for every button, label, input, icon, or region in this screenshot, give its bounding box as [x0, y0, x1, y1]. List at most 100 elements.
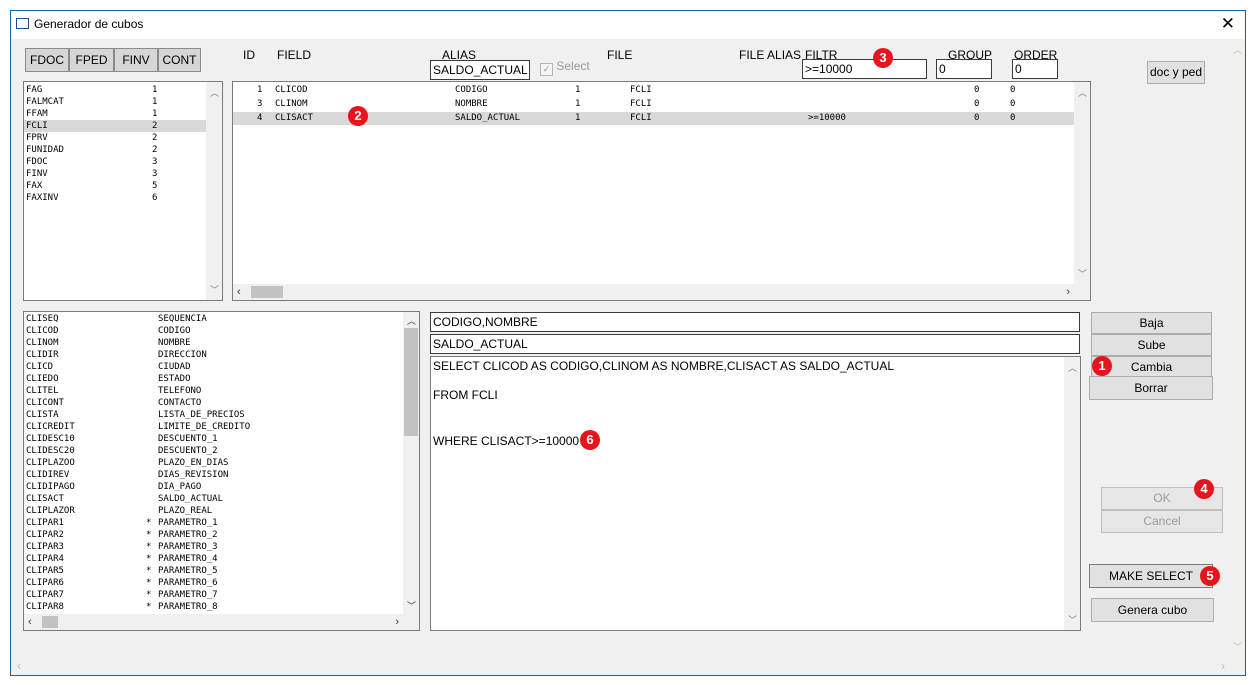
table-name: FUNIDAD	[26, 145, 64, 155]
list-item[interactable]: CLIPAR8 * PARAMETRO_8	[24, 601, 403, 613]
sql-editor-scrollbar[interactable]: ︿ ﹀	[1064, 357, 1080, 630]
annotation-marker-5: 5	[1200, 566, 1220, 586]
list-item[interactable]: CLICONT CONTACTO	[24, 397, 403, 409]
select-checkbox[interactable]: ✓ Select	[540, 59, 600, 77]
table-list[interactable]: FAG 1 FALMCAT 1 FFAM 1 FCLI 2 FPRV 2 FUNIDAD 2 FDOC 3…	[23, 81, 223, 301]
list-item[interactable]: FFAM 1	[24, 108, 222, 120]
scroll-up-icon[interactable]: ︿	[1233, 43, 1242, 56]
close-icon[interactable]: ✕	[1221, 14, 1235, 34]
list-item[interactable]: CLIEDO ESTADO	[24, 373, 403, 385]
table-name: FFAM	[26, 109, 48, 119]
field-list[interactable]: CLISEQ SEQUENCIA CLICOD CODIGO CLINOM NOMBRE C…	[23, 311, 420, 631]
scroll-down-icon[interactable]: ﹀	[407, 599, 416, 612]
table-count: 1	[152, 109, 158, 119]
row-alias: NOMBRE	[455, 99, 488, 109]
tab-finv[interactable]: FINV	[114, 48, 158, 72]
list-item[interactable]: CLIPAR2 * PARAMETRO_2	[24, 529, 403, 541]
list-item[interactable]: CLIDESC20 DESCUENTO_2	[24, 445, 403, 457]
list-item[interactable]: CLICOD CODIGO	[24, 325, 403, 337]
list-item[interactable]: CLIPLAZOR PLAZO_REAL	[24, 505, 403, 517]
list-item[interactable]: CLIPLAZOO PLAZO_EN_DIAS	[24, 457, 403, 469]
scroll-right-icon[interactable]: ›	[1066, 286, 1070, 298]
scroll-down-icon[interactable]: ﹀	[1233, 640, 1242, 653]
table-name: FAX	[26, 181, 43, 191]
list-item[interactable]: FCLI 2	[24, 120, 222, 132]
dimensions-field[interactable]: CODIGO,NOMBRE	[430, 312, 1080, 332]
table-row[interactable]: 1 CLICOD CODIGO 1 FCLI 0 0	[233, 84, 1074, 97]
field-list-hscroll-thumb[interactable]	[42, 616, 58, 628]
cancel-button[interactable]: Cancel	[1101, 510, 1223, 533]
sql-editor[interactable]: SELECT CLICOD AS CODIGO,CLINOM AS NOMBRE…	[430, 356, 1081, 631]
list-item[interactable]: CLICD CIUDAD	[24, 361, 403, 373]
list-item[interactable]: FAG 1	[24, 84, 222, 96]
list-item[interactable]: CLIPAR4 * PARAMETRO_4	[24, 553, 403, 565]
list-item[interactable]: CLISACT SALDO_ACTUAL	[24, 493, 403, 505]
list-item[interactable]: CLIPAR1 * PARAMETRO_1	[24, 517, 403, 529]
grid-vscrollbar[interactable]: ︿ ﹀	[1074, 82, 1090, 284]
scroll-right-icon[interactable]: ›	[395, 616, 399, 628]
row-group: 0	[974, 99, 980, 109]
list-item[interactable]: FDOC 3	[24, 156, 222, 168]
filtr-input[interactable]: >=10000	[802, 59, 927, 79]
grid-hscrollbar[interactable]: ‹ ›	[233, 284, 1090, 300]
field-list-vscrollbar[interactable]: ︿ ﹀	[403, 312, 419, 614]
field-flag: *	[146, 566, 152, 576]
scroll-up-icon[interactable]: ︿	[1068, 361, 1077, 374]
tab-fdoc[interactable]: FDOC	[25, 48, 69, 72]
field-name: CLIDIPAGO	[26, 482, 75, 492]
list-item[interactable]: FPRV 2	[24, 132, 222, 144]
list-item[interactable]: CLICREDIT LIMITE_DE_CREDITO	[24, 421, 403, 433]
list-item[interactable]: CLISTA LISTA_DE_PRECIOS	[24, 409, 403, 421]
list-item[interactable]: CLIDIR DIRECCION	[24, 349, 403, 361]
list-item[interactable]: FINV 3	[24, 168, 222, 180]
measures-field[interactable]: SALDO_ACTUAL	[430, 334, 1080, 354]
list-item[interactable]: CLIPAR5 * PARAMETRO_5	[24, 565, 403, 577]
scroll-left-icon[interactable]: ‹	[237, 286, 241, 298]
scroll-up-icon[interactable]: ︿	[210, 86, 219, 99]
list-item[interactable]: CLIPAR7 * PARAMETRO_7	[24, 589, 403, 601]
group-input[interactable]: 0	[936, 59, 992, 79]
alias-input[interactable]: SALDO_ACTUAL	[430, 60, 530, 80]
list-item[interactable]: CLIDIREV DIAS_REVISION	[24, 469, 403, 481]
scroll-up-icon[interactable]: ︿	[407, 314, 416, 327]
list-item[interactable]: CLIPAR6 * PARAMETRO_6	[24, 577, 403, 589]
grid-hscroll-thumb[interactable]	[251, 286, 283, 298]
table-name: FAXINV	[26, 193, 59, 203]
list-item[interactable]: CLIDIPAGO DIA_PAGO	[24, 481, 403, 493]
list-item[interactable]: FUNIDAD 2	[24, 144, 222, 156]
window-vscrollbar[interactable]: ︿ ﹀	[1229, 39, 1245, 657]
tab-cont[interactable]: CONT	[158, 48, 201, 72]
field-alias: PARAMETRO_3	[158, 542, 218, 552]
list-item[interactable]: CLIDESC10 DESCUENTO_1	[24, 433, 403, 445]
make-select-button[interactable]: MAKE SELECT	[1089, 564, 1213, 588]
list-item[interactable]: CLITEL TELEFONO	[24, 385, 403, 397]
field-list-vscroll-thumb[interactable]	[404, 328, 418, 436]
scroll-down-icon[interactable]: ﹀	[210, 283, 219, 296]
order-input[interactable]: 0	[1012, 59, 1058, 79]
tab-fped[interactable]: FPED	[69, 48, 114, 72]
genera-cubo-button[interactable]: Genera cubo	[1091, 598, 1214, 622]
field-flag: *	[146, 542, 152, 552]
scroll-down-icon[interactable]: ﹀	[1068, 613, 1077, 626]
field-flag: *	[146, 518, 152, 528]
list-item[interactable]: CLINOM NOMBRE	[24, 337, 403, 349]
list-item[interactable]: FAXINV 6	[24, 192, 222, 204]
field-list-hscrollbar[interactable]: ‹ ›	[24, 614, 419, 630]
scroll-up-icon[interactable]: ︿	[1078, 86, 1087, 99]
doc-y-ped-button[interactable]: doc y ped	[1147, 61, 1205, 84]
field-name: CLICONT	[26, 398, 64, 408]
list-item[interactable]: FALMCAT 1	[24, 96, 222, 108]
list-item[interactable]: CLIPAR3 * PARAMETRO_3	[24, 541, 403, 553]
baja-button[interactable]: Baja	[1091, 312, 1212, 334]
list-item[interactable]: CLISEQ SEQUENCIA	[24, 313, 403, 325]
list-item[interactable]: FAX 5	[24, 180, 222, 192]
scroll-down-icon[interactable]: ﹀	[1078, 267, 1087, 280]
scroll-left-icon[interactable]: ‹	[17, 659, 21, 673]
sube-button[interactable]: Sube	[1091, 334, 1212, 356]
table-list-scrollbar[interactable]: ︿ ﹀	[206, 82, 222, 300]
scroll-right-icon[interactable]: ›	[1221, 659, 1225, 673]
scroll-left-icon[interactable]: ‹	[28, 616, 32, 628]
field-alias: SALDO_ACTUAL	[158, 494, 224, 504]
borrar-button[interactable]: Borrar	[1089, 376, 1213, 400]
window-hscrollbar[interactable]: ‹ ›	[11, 657, 1245, 675]
